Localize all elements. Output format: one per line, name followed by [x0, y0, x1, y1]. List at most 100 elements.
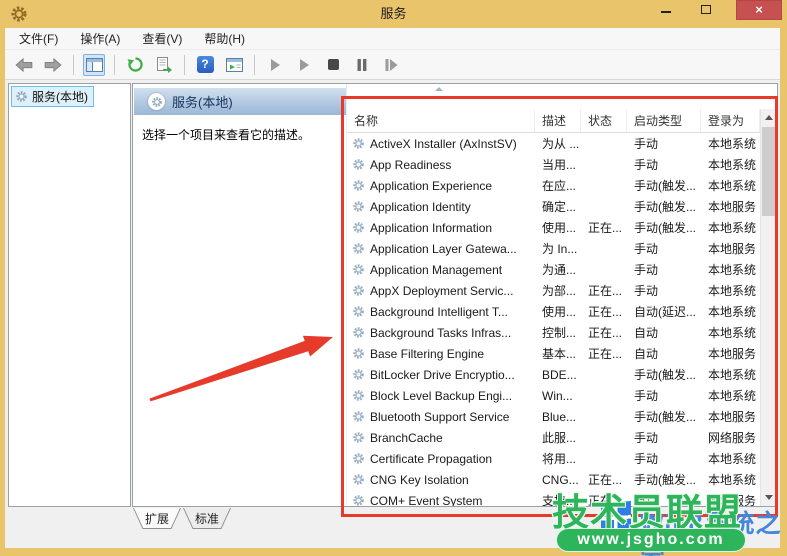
menu-action[interactable]: 操作(A): [80, 30, 120, 47]
service-row[interactable]: Block Level Backup Engi... Win... 手动 本地系…: [347, 385, 760, 406]
refresh-button[interactable]: [124, 54, 146, 76]
back-arrow-icon: [15, 58, 33, 72]
details-panel: 服务(本地) 选择一个项目来查看它的描述。 名称 描述 状态 启动类型 登录为 …: [132, 83, 778, 507]
service-description: 控制...: [535, 324, 581, 341]
play-icon: [269, 58, 281, 72]
menu-file[interactable]: 文件(F): [19, 30, 58, 47]
stop-icon: [327, 58, 340, 71]
service-status: 正在...: [581, 282, 627, 299]
toolbar-separator: [254, 55, 255, 75]
service-row[interactable]: Certificate Propagation 将用... 手动 本地系统: [347, 448, 760, 469]
service-description: Blue...: [535, 410, 581, 424]
back-button[interactable]: [13, 54, 35, 76]
tree-item-services-local[interactable]: 服务(本地): [11, 86, 94, 107]
chevron-down-icon: [765, 495, 773, 500]
service-gear-icon: [352, 389, 365, 402]
help-button[interactable]: ?: [194, 54, 216, 76]
menu-view[interactable]: 查看(V): [142, 30, 182, 47]
sort-ascending-icon: [435, 87, 443, 91]
service-startup-type: 手动(触发...: [627, 408, 701, 425]
service-gear-icon: [352, 452, 365, 465]
service-name: Application Management: [370, 263, 502, 277]
service-logon-as: 网络服务: [701, 429, 760, 446]
column-header-startup-type[interactable]: 启动类型: [627, 109, 701, 132]
service-gear-icon: [352, 326, 365, 339]
scrollbar-thumb[interactable]: [762, 127, 776, 216]
help-icon: ?: [197, 56, 214, 73]
service-row[interactable]: BranchCache 此服... 手动 网络服务: [347, 427, 760, 448]
service-gear-icon: [352, 200, 365, 213]
service-startup-type: 自动: [627, 345, 701, 362]
pause-service-button[interactable]: [351, 54, 373, 76]
service-description: 为从 ...: [535, 135, 581, 152]
service-row[interactable]: Application Identity 确定... 手动(触发... 本地服务: [347, 196, 760, 217]
service-name: Application Identity: [370, 200, 471, 214]
toolbar-separator: [184, 55, 185, 75]
services-gear-icon: [15, 90, 28, 103]
service-row[interactable]: AppX Deployment Servic... 为部... 正在... 手动…: [347, 280, 760, 301]
resume-service-button[interactable]: [293, 54, 315, 76]
service-row[interactable]: Application Experience 在应... 手动(触发... 本地…: [347, 175, 760, 196]
close-button[interactable]: ×: [736, 0, 782, 20]
service-status: 正在...: [581, 345, 627, 362]
restart-service-button[interactable]: [380, 54, 402, 76]
service-startup-type: 手动: [627, 387, 701, 404]
service-startup-type: 手动: [627, 156, 701, 173]
service-row[interactable]: Base Filtering Engine 基本... 正在... 自动 本地服…: [347, 343, 760, 364]
service-gear-icon: [352, 284, 365, 297]
service-name: Base Filtering Engine: [370, 347, 484, 361]
action-pane-icon: [226, 58, 243, 72]
service-name: Application Layer Gatewa...: [370, 242, 517, 256]
maximize-button[interactable]: [690, 0, 722, 20]
stop-service-button[interactable]: [322, 54, 344, 76]
service-startup-type: 手动: [627, 282, 701, 299]
export-list-button[interactable]: [153, 54, 175, 76]
service-gear-icon: [352, 242, 365, 255]
play-icon: [298, 58, 310, 72]
show-console-tree-button[interactable]: [83, 54, 105, 76]
service-row[interactable]: BitLocker Drive Encryptio... BDE... 手动(触…: [347, 364, 760, 385]
service-name: Block Level Backup Engi...: [370, 389, 512, 403]
service-row[interactable]: App Readiness 当用... 手动 本地系统: [347, 154, 760, 175]
service-startup-type: 手动: [627, 240, 701, 257]
menu-help[interactable]: 帮助(H): [204, 30, 245, 47]
column-header-name[interactable]: 名称: [347, 109, 535, 132]
toolbar-separator: [73, 55, 74, 75]
service-startup-type: 手动: [627, 450, 701, 467]
service-row[interactable]: Application Layer Gatewa... 为 In... 手动 本…: [347, 238, 760, 259]
service-gear-icon: [352, 305, 365, 318]
column-header-description[interactable]: 描述: [535, 109, 581, 132]
service-logon-as: 本地系统: [701, 324, 760, 341]
start-service-button[interactable]: [264, 54, 286, 76]
minimize-icon: [661, 11, 671, 13]
show-action-pane-button[interactable]: [223, 54, 245, 76]
column-header-logon-as[interactable]: 登录为: [701, 109, 760, 132]
tab-standard[interactable]: 标准: [183, 508, 231, 529]
service-description: 使用...: [535, 303, 581, 320]
service-logon-as: 本地系统: [701, 135, 760, 152]
service-row[interactable]: Application Information 使用... 正在... 手动(触…: [347, 217, 760, 238]
title-bar: 服务 ×: [0, 0, 787, 28]
service-row[interactable]: Bluetooth Support Service Blue... 手动(触发.…: [347, 406, 760, 427]
services-list-header: 名称 描述 状态 启动类型 登录为: [347, 109, 760, 133]
tab-extended[interactable]: 扩展: [133, 508, 181, 529]
minimize-button[interactable]: [650, 0, 682, 20]
column-header-status[interactable]: 状态: [581, 109, 627, 132]
scroll-up-button[interactable]: [761, 109, 777, 126]
forward-button[interactable]: [42, 54, 64, 76]
service-row[interactable]: Application Management 为通... 手动 本地系统: [347, 259, 760, 280]
vertical-scrollbar[interactable]: [760, 109, 777, 506]
service-logon-as: 本地系统: [701, 282, 760, 299]
console-tree-icon: [86, 58, 103, 72]
service-row[interactable]: Background Tasks Infras... 控制... 正在... 自…: [347, 322, 760, 343]
service-logon-as: 本地系统: [701, 261, 760, 278]
service-description: BDE...: [535, 368, 581, 382]
service-row[interactable]: Background Intelligent T... 使用... 正在... …: [347, 301, 760, 322]
extended-view-pane: 服务(本地) 选择一个项目来查看它的描述。: [133, 84, 346, 506]
step-forward-icon: [384, 58, 398, 72]
service-gear-icon: [352, 431, 365, 444]
service-row[interactable]: ActiveX Installer (AxInstSV) 为从 ... 手动 本…: [347, 133, 760, 154]
service-logon-as: 本地系统: [701, 387, 760, 404]
service-startup-type: 手动: [627, 429, 701, 446]
pause-icon: [356, 58, 368, 72]
